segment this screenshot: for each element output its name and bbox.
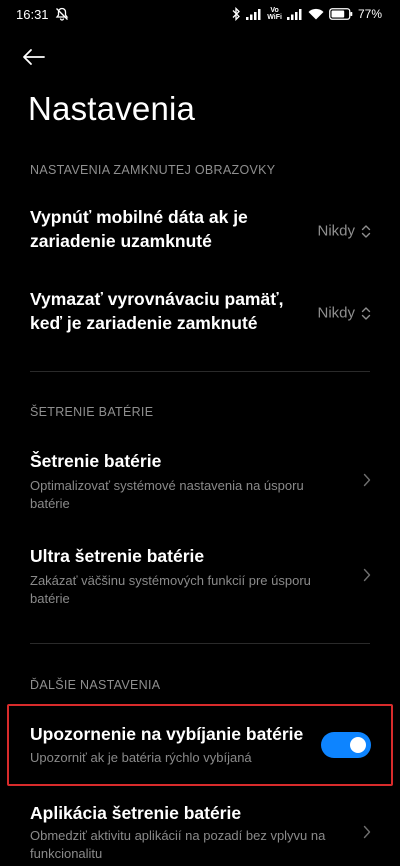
setting-ultra-battery-saver[interactable]: Ultra šetrenie batérie Zakázať väčšinu s… — [30, 544, 375, 606]
setting-battery-drain-alert[interactable]: Upozornenie na vybíjanie batérie Upozorn… — [30, 722, 375, 768]
signal-icon-1 — [246, 8, 262, 20]
toggle-knob — [350, 737, 366, 753]
vowifi-label: Vo WiFi — [267, 7, 282, 21]
notifications-muted-icon — [55, 7, 69, 21]
status-bar: 16:31 Vo WiFi 77% — [0, 0, 400, 28]
wifi-icon — [308, 8, 324, 20]
settings-screen: 16:31 Vo WiFi 77% Nastavenia NASTAVENIA … — [0, 0, 400, 866]
vowifi-top: Vo — [270, 7, 279, 14]
setting-value: Nikdy — [317, 305, 371, 322]
battery-drain-alert-toggle[interactable] — [321, 732, 371, 758]
setting-title: Upozornenie na vybíjanie batérie — [30, 724, 304, 744]
bluetooth-icon — [231, 7, 241, 21]
setting-subtitle: Optimalizovať systémové nastavenia na ús… — [30, 478, 304, 511]
setting-value-text: Nikdy — [317, 222, 355, 240]
chevron-right-icon — [363, 473, 371, 487]
setting-value: Nikdy — [317, 223, 371, 240]
back-button[interactable] — [22, 42, 58, 72]
setting-app-battery-saver[interactable]: Aplikácia šetrenie batérie Obmedziť akti… — [30, 801, 375, 863]
status-time: 16:31 — [16, 6, 49, 22]
chevron-right-icon — [363, 825, 371, 839]
setting-subtitle: Zakázať väčšinu systémových funkcií pre … — [30, 573, 311, 606]
battery-percent: 77% — [357, 7, 382, 21]
divider — [30, 371, 370, 372]
up-down-chevron-icon — [361, 224, 371, 238]
up-down-chevron-icon — [361, 306, 371, 320]
setting-clear-cache[interactable]: Vymazať vyrovnávaciu pamäť, keď je zaria… — [30, 287, 375, 339]
section-header-lock-screen: NASTAVENIA ZAMKNUTEJ OBRAZOVKY — [30, 163, 276, 177]
section-header-battery-saver: ŠETRENIE BATÉRIE — [30, 405, 154, 419]
setting-battery-saver[interactable]: Šetrenie batérie Optimalizovať systémové… — [30, 449, 375, 511]
setting-title: Vymazať vyrovnávaciu pamäť, keď je zaria… — [30, 289, 284, 333]
chevron-right-icon — [363, 568, 371, 582]
setting-title: Ultra šetrenie batérie — [30, 546, 205, 566]
signal-icon-2 — [286, 8, 303, 20]
page-title: Nastavenia — [28, 90, 196, 127]
vowifi-bottom: WiFi — [267, 14, 282, 21]
setting-disable-mobile-data[interactable]: Vypnúť mobilné dáta ak je zariadenie uza… — [30, 205, 375, 257]
section-header-other-settings: ĎALŠIE NASTAVENIA — [30, 678, 161, 692]
divider — [30, 643, 370, 644]
setting-value-text: Nikdy — [317, 304, 355, 322]
setting-title: Vypnúť mobilné dáta ak je zariadenie uza… — [30, 207, 248, 251]
setting-subtitle: Obmedziť aktivitu aplikácií na pozadí be… — [30, 828, 326, 861]
setting-title: Šetrenie batérie — [30, 451, 162, 471]
setting-subtitle: Upozorniť ak je batéria rýchlo vybíjaná — [30, 750, 252, 765]
battery-percent-value: 77 — [357, 7, 372, 21]
setting-title: Aplikácia šetrenie batérie — [30, 803, 242, 823]
battery-icon — [329, 8, 353, 20]
back-arrow-icon — [23, 49, 45, 65]
